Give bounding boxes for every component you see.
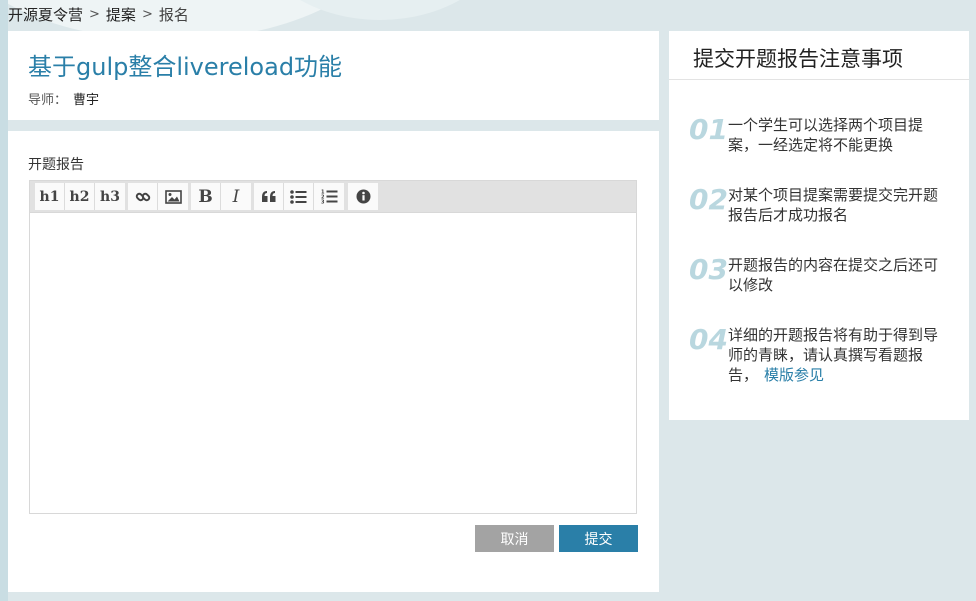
mentor-name: 曹宇 <box>73 93 100 108</box>
h2-button[interactable]: h2 <box>65 183 95 210</box>
toolbar-group-help <box>348 183 378 210</box>
svg-text:3: 3 <box>321 200 325 205</box>
note-text-body: 详细的开题报告将有助于得到导师的青睐，请认真撰写看题报告， <box>728 326 939 384</box>
image-button[interactable] <box>158 183 188 210</box>
report-label: 开题报告 <box>28 157 84 173</box>
toolbar-group-blocks: 1 2 3 <box>254 183 344 210</box>
h1-button[interactable]: h1 <box>35 183 65 210</box>
link-icon <box>135 192 150 201</box>
report-form-card: 开题报告 h1 h2 h3 B I 1 2 3 取消 提交 <box>8 131 659 592</box>
breadcrumb-item-current: 报名 <box>158 6 189 24</box>
italic-button[interactable]: I <box>221 183 251 210</box>
toolbar-group-headings: h1 h2 h3 <box>35 183 125 210</box>
bullet-list-icon <box>290 189 307 204</box>
editor-toolbar: h1 h2 h3 B I 1 2 3 <box>29 180 637 213</box>
h3-button[interactable]: h3 <box>95 183 125 210</box>
note-number: 03 <box>689 253 728 286</box>
breadcrumb-separator: > <box>141 7 153 22</box>
note-number: 04 <box>689 323 728 356</box>
report-editor[interactable] <box>29 213 637 514</box>
bold-button[interactable]: B <box>191 183 221 210</box>
note-text: 对某个项目提案需要提交完开题报告后才成功报名 <box>728 186 939 224</box>
note-number: 02 <box>689 183 728 216</box>
note-text: 一个学生可以选择两个项目提案，一经选定将不能更换 <box>728 116 924 154</box>
breadcrumb: 开源夏令营 > 提案 > 报名 <box>8 4 189 25</box>
background-stripe <box>0 0 8 601</box>
breadcrumb-item-home[interactable]: 开源夏令营 <box>8 4 83 25</box>
notes-card: 提交开题报告注意事项 01 一个学生可以选择两个项目提案，一经选定将不能更换 0… <box>669 31 969 420</box>
numbered-list-button[interactable]: 1 2 3 <box>314 183 344 210</box>
template-link[interactable]: 模版参见 <box>764 366 824 384</box>
info-icon <box>356 189 370 204</box>
link-button[interactable] <box>128 183 158 210</box>
breadcrumb-separator: > <box>89 7 100 22</box>
bullet-list-button[interactable] <box>284 183 314 210</box>
notes-title: 提交开题报告注意事项 <box>693 47 903 71</box>
toolbar-group-format: B I <box>191 183 251 210</box>
project-header-card: 基于gulp整合livereload功能 导师： 曹宇 <box>8 31 659 120</box>
note-number: 01 <box>689 113 728 146</box>
cancel-button[interactable]: 取消 <box>475 525 554 552</box>
mentor-info: 导师： 曹宇 <box>28 89 99 108</box>
toolbar-group-insert <box>128 183 188 210</box>
numbered-list-icon: 1 2 3 <box>321 190 337 205</box>
mentor-label: 导师： <box>28 93 68 108</box>
note-text: 开题报告的内容在提交之后还可以修改 <box>728 256 939 294</box>
note-text: 详细的开题报告将有助于得到导师的青睐，请认真撰写看题报告， 模版参见 <box>728 325 950 385</box>
project-title: 基于gulp整合livereload功能 <box>28 53 343 81</box>
submit-button[interactable]: 提交 <box>559 525 638 552</box>
breadcrumb-item-proposals[interactable]: 提案 <box>106 4 136 25</box>
image-icon <box>164 189 182 204</box>
info-button[interactable] <box>348 183 378 210</box>
quote-button[interactable] <box>254 183 284 210</box>
quote-icon <box>261 191 275 202</box>
divider <box>669 79 969 80</box>
